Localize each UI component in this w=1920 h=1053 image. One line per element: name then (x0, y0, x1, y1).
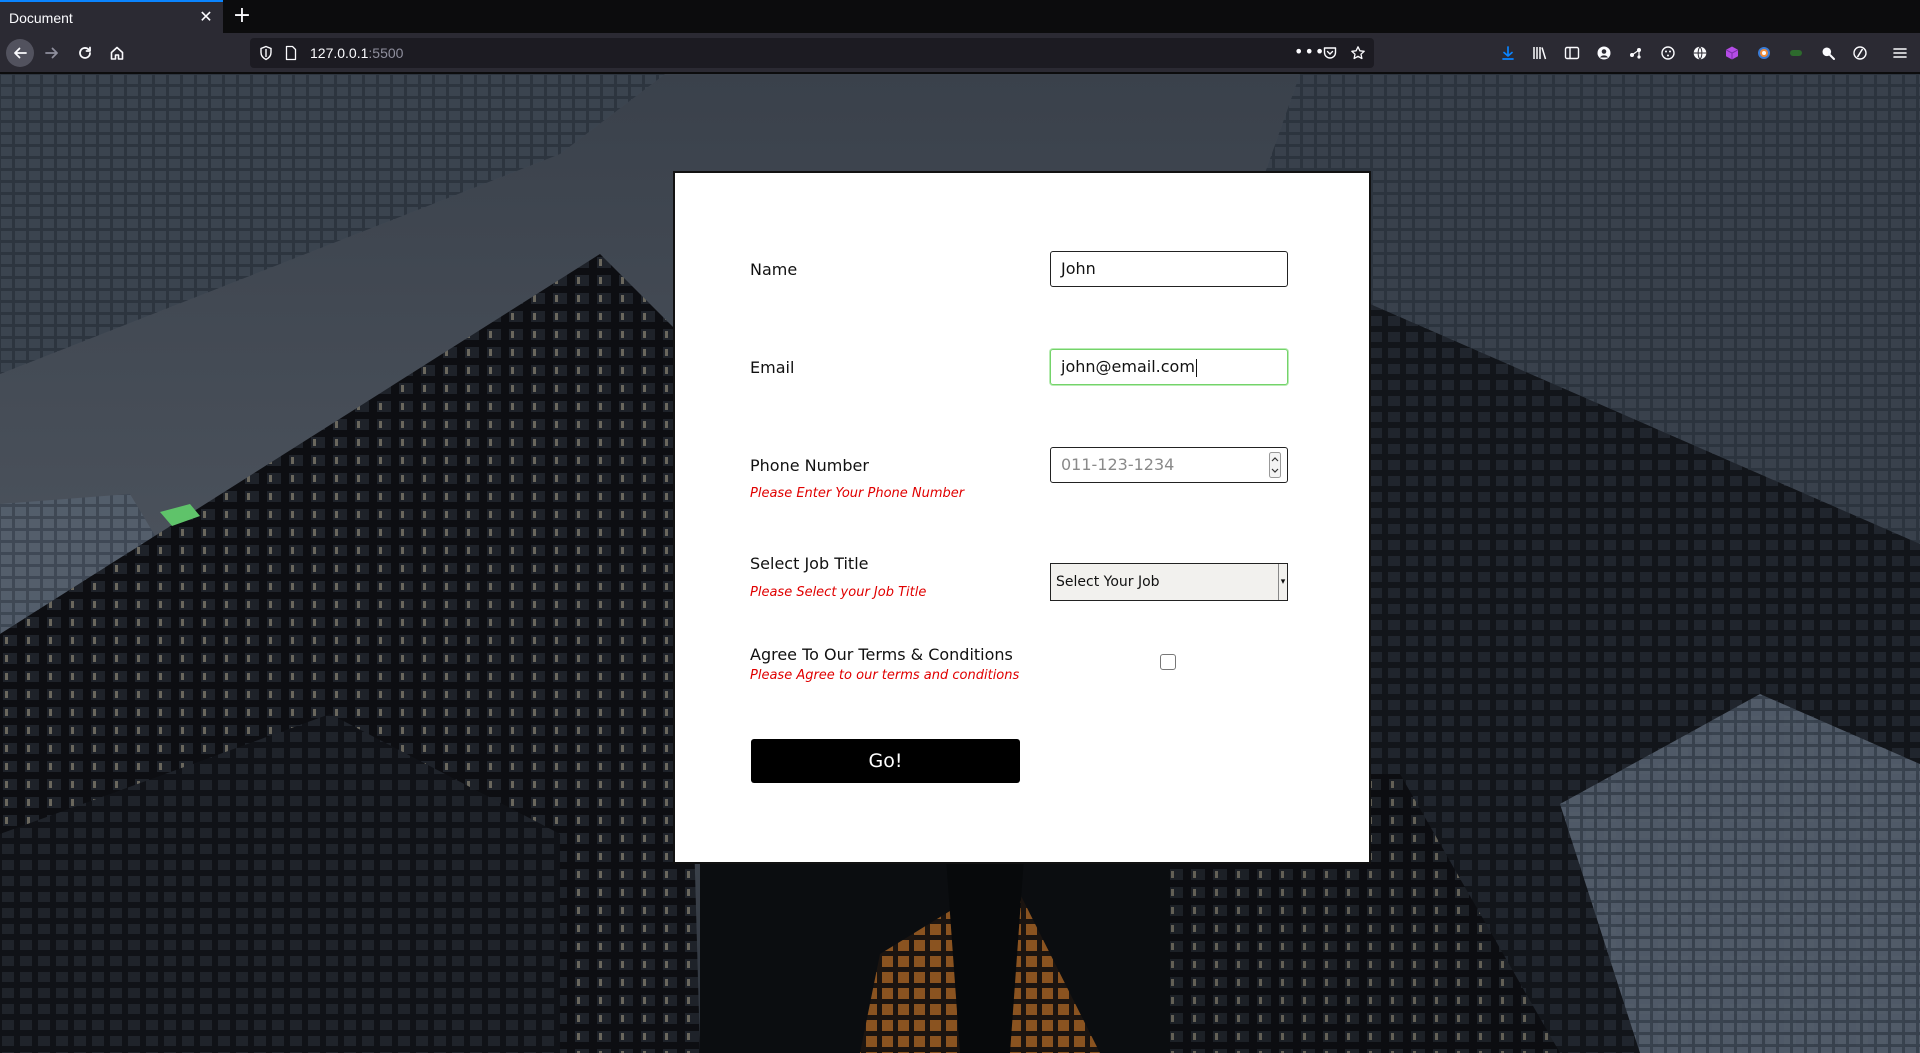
terms-error-message: Please Agree to our terms and conditions (750, 668, 1020, 683)
download-icon[interactable] (1496, 41, 1520, 65)
new-tab-button[interactable]: + (231, 5, 253, 27)
library-icon[interactable] (1528, 41, 1552, 65)
page-actions-icon[interactable]: ••• (1294, 42, 1325, 61)
search-icon[interactable] (1816, 41, 1840, 65)
page-icon[interactable] (283, 45, 299, 61)
extension-icon[interactable] (1784, 41, 1808, 65)
sidebar-icon[interactable] (1560, 41, 1584, 65)
extension-icon[interactable] (1624, 41, 1648, 65)
phone-input[interactable]: 011-123-1234 (1050, 447, 1288, 483)
menu-icon[interactable] (1888, 41, 1912, 65)
extension-icon[interactable] (1848, 41, 1872, 65)
phone-error-message: Please Enter Your Phone Number (750, 486, 965, 501)
number-spinner-icon[interactable] (1269, 452, 1281, 478)
back-arrow-icon (14, 47, 27, 59)
name-label: Name (750, 260, 798, 279)
close-tab-icon[interactable]: ✕ (198, 9, 214, 25)
terms-label: Agree To Our Terms & Conditions (750, 645, 1013, 664)
email-value: john@email.com (1061, 357, 1195, 376)
back-button[interactable] (6, 39, 34, 67)
url-text[interactable]: 127.0.0.1:5500 (310, 45, 403, 61)
cube-icon[interactable] (1720, 41, 1744, 65)
home-icon (110, 46, 124, 60)
extension-icon[interactable] (1752, 41, 1776, 65)
account-icon[interactable] (1592, 41, 1616, 65)
url-port: :5500 (368, 45, 404, 61)
forward-arrow-icon (45, 47, 58, 59)
phone-label: Phone Number (750, 456, 869, 475)
job-error-message: Please Select your Job Title (750, 585, 927, 600)
extension-icon[interactable] (1656, 41, 1680, 65)
email-label: Email (750, 358, 795, 377)
navigation-toolbar: 127.0.0.1:5500 ••• (0, 33, 1920, 73)
submit-button[interactable]: Go! (751, 739, 1020, 783)
job-select-value: Select Your Job (1056, 574, 1160, 590)
terms-checkbox[interactable] (1160, 654, 1176, 670)
star-icon[interactable] (1350, 45, 1366, 61)
url-host: 127.0.0.1 (310, 45, 369, 61)
globe-icon[interactable] (1688, 41, 1712, 65)
home-button[interactable] (103, 39, 131, 67)
address-bar[interactable]: 127.0.0.1:5500 ••• (250, 38, 1374, 68)
signup-form: Name John Email john@email.com Phone Num… (673, 171, 1371, 864)
text-caret (1195, 358, 1197, 377)
job-title-label: Select Job Title (750, 554, 869, 573)
reload-button[interactable] (71, 39, 99, 67)
tab-bar: Document ✕ + (0, 0, 1920, 33)
tab-document[interactable]: Document ✕ (0, 0, 223, 33)
pocket-icon[interactable] (1322, 45, 1338, 61)
chevron-down-icon: ▾ (1278, 564, 1287, 600)
email-input[interactable]: john@email.com (1050, 349, 1288, 385)
page-viewport: Name John Email john@email.com Phone Num… (0, 74, 1920, 1053)
job-title-select[interactable]: Select Your Job ▾ (1050, 563, 1288, 601)
reload-icon (79, 46, 91, 59)
name-input[interactable]: John (1050, 251, 1288, 287)
tab-title: Document (9, 10, 73, 26)
phone-placeholder: 011-123-1234 (1061, 455, 1175, 474)
forward-button[interactable] (38, 39, 66, 67)
tracking-shield-icon[interactable] (258, 45, 274, 61)
